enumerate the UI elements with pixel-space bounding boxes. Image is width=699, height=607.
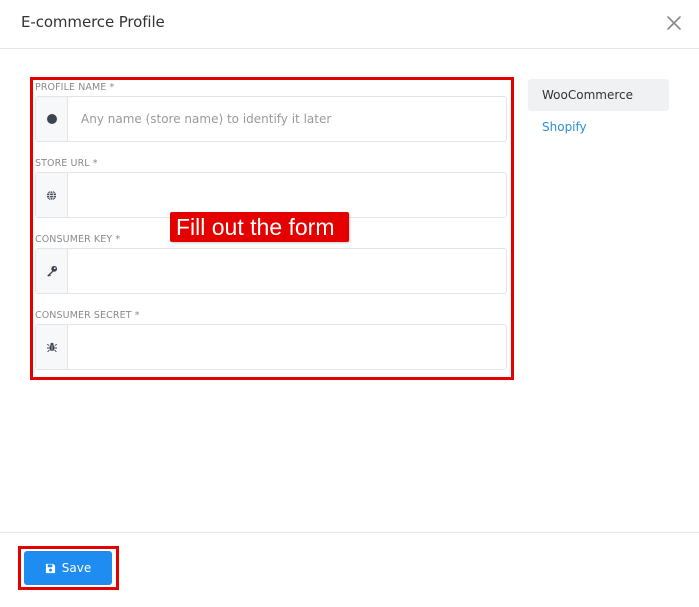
close-icon [667, 16, 681, 30]
consumer-secret-group [35, 324, 507, 370]
profile-name-group [35, 96, 507, 142]
consumer-key-group [35, 248, 507, 294]
save-button-label: Save [61, 561, 92, 575]
close-button[interactable] [662, 11, 686, 35]
consumer-key-input[interactable] [68, 249, 506, 293]
ecommerce-profile-dialog: E-commerce Profile PROFILE NAME * STORE … [0, 0, 699, 607]
store-url-addon [36, 173, 68, 217]
profile-name-input[interactable] [68, 97, 506, 141]
floppy-disk-icon [45, 563, 55, 573]
platform-tabs: WooCommerce Shopify [528, 79, 669, 143]
store-url-label: STORE URL * [35, 158, 98, 169]
tab-shopify[interactable]: Shopify [528, 111, 669, 143]
globe-icon [46, 190, 57, 200]
consumer-key-addon [36, 249, 68, 293]
consumer-secret-input[interactable] [68, 325, 506, 369]
consumer-secret-label: CONSUMER SECRET * [35, 310, 140, 321]
dialog-header: E-commerce Profile [0, 0, 699, 49]
store-url-input[interactable] [68, 173, 506, 217]
fill-form-callout: Fill out the form [170, 212, 349, 242]
consumer-secret-addon [36, 325, 68, 369]
circle-icon [46, 114, 57, 124]
profile-name-addon [36, 97, 68, 141]
bug-icon [46, 342, 57, 353]
profile-name-label: PROFILE NAME * [35, 82, 115, 93]
save-button[interactable]: Save [24, 551, 112, 585]
key-icon [46, 265, 57, 277]
dialog-title: E-commerce Profile [21, 13, 165, 31]
tab-woocommerce[interactable]: WooCommerce [528, 79, 669, 111]
